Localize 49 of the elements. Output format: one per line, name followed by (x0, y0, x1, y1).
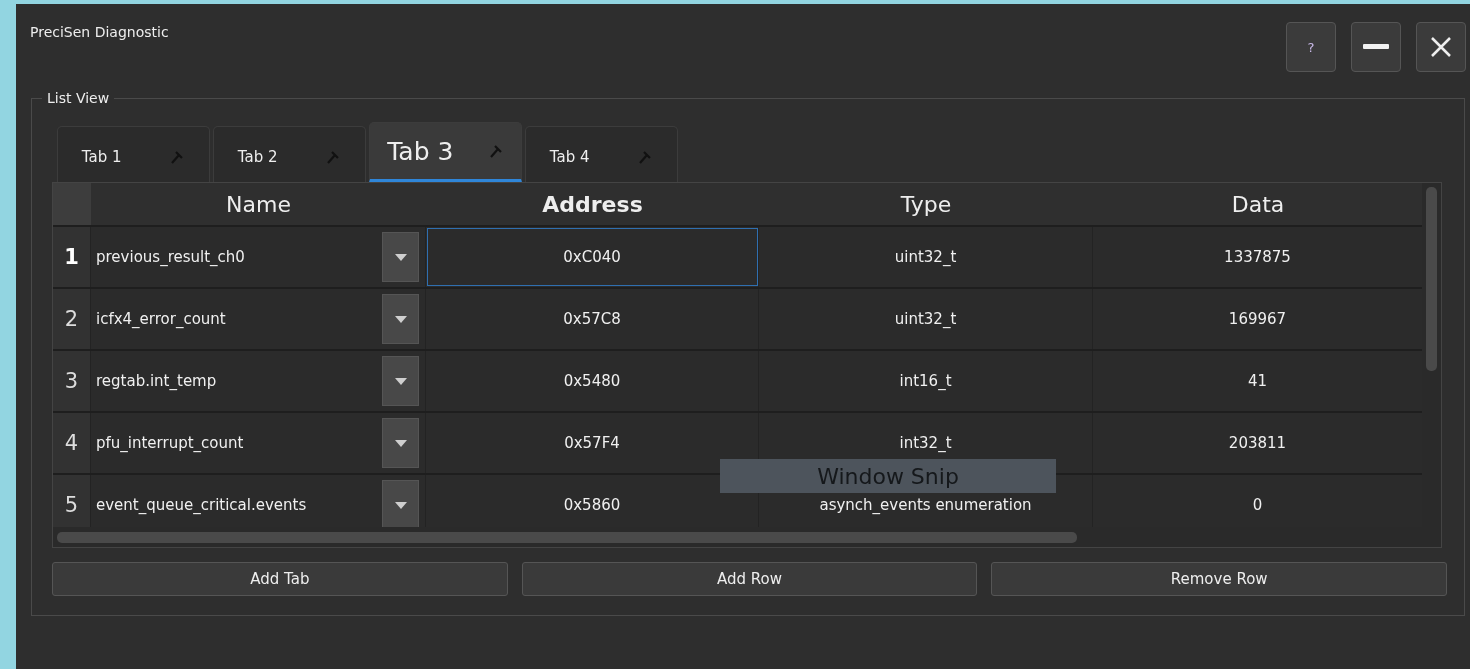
caret-icon (394, 377, 407, 385)
row-number: 3 (53, 351, 91, 411)
dropdown-button[interactable] (382, 294, 419, 344)
caret-icon (394, 439, 407, 447)
row-number: 1 (53, 227, 91, 287)
tooltip: Window Snip (720, 459, 1056, 493)
table-cell: pfu_interrupt_count (96, 434, 244, 452)
table-cell: 41 (1093, 351, 1423, 411)
action-button[interactable]: Add Row (521, 562, 978, 596)
tab[interactable]: Tab 2 (213, 126, 366, 182)
table-cell: uint32_t (759, 289, 1093, 349)
column-header[interactable]: Data (1093, 183, 1423, 225)
dropdown-button[interactable] (382, 232, 419, 282)
caret-icon (394, 315, 407, 323)
table-cell[interactable]: 0x57F4 (426, 413, 759, 473)
tab[interactable]: Tab 3 (369, 122, 522, 182)
close-icon (1429, 35, 1453, 59)
caret-icon (394, 501, 407, 509)
minimize-icon (1362, 43, 1390, 51)
table-cell: 1337875 (1093, 227, 1423, 287)
table-cell: event_queue_critical.events (96, 496, 307, 514)
row-number: 2 (53, 289, 91, 349)
tab[interactable]: Tab 1 (57, 126, 210, 182)
table-cell[interactable]: 0x57C8 (426, 289, 759, 349)
table-cell: icfx4_error_count (96, 310, 226, 328)
window-title: PreciSen Diagnostic (30, 24, 169, 42)
close-button[interactable] (1416, 22, 1466, 72)
table-cell: 203811 (1093, 413, 1423, 473)
dropdown-button[interactable] (382, 480, 419, 530)
tab[interactable]: Tab 4 (525, 126, 678, 182)
table-cell: int16_t (759, 351, 1093, 411)
column-header[interactable]: Name (91, 183, 426, 225)
table-cell[interactable]: 0xC040 (426, 227, 759, 287)
table-cell: 169967 (1093, 289, 1423, 349)
dropdown-button[interactable] (382, 356, 419, 406)
row-number: 4 (53, 413, 91, 473)
action-button[interactable]: Add Tab (52, 562, 508, 596)
caret-icon (394, 253, 407, 261)
help-button[interactable]: ? (1286, 22, 1336, 72)
minimize-button[interactable] (1351, 22, 1401, 72)
table-cell: regtab.int_temp (96, 372, 217, 390)
table-cell[interactable]: 0x5480 (426, 351, 759, 411)
column-header[interactable]: Address (426, 183, 759, 225)
group-title: List View (42, 90, 115, 106)
dropdown-button[interactable] (382, 418, 419, 468)
action-button[interactable]: Remove Row (991, 562, 1447, 596)
column-header[interactable]: Type (759, 183, 1093, 225)
table-cell: uint32_t (759, 227, 1093, 287)
table-cell: previous_result_ch0 (96, 248, 245, 266)
